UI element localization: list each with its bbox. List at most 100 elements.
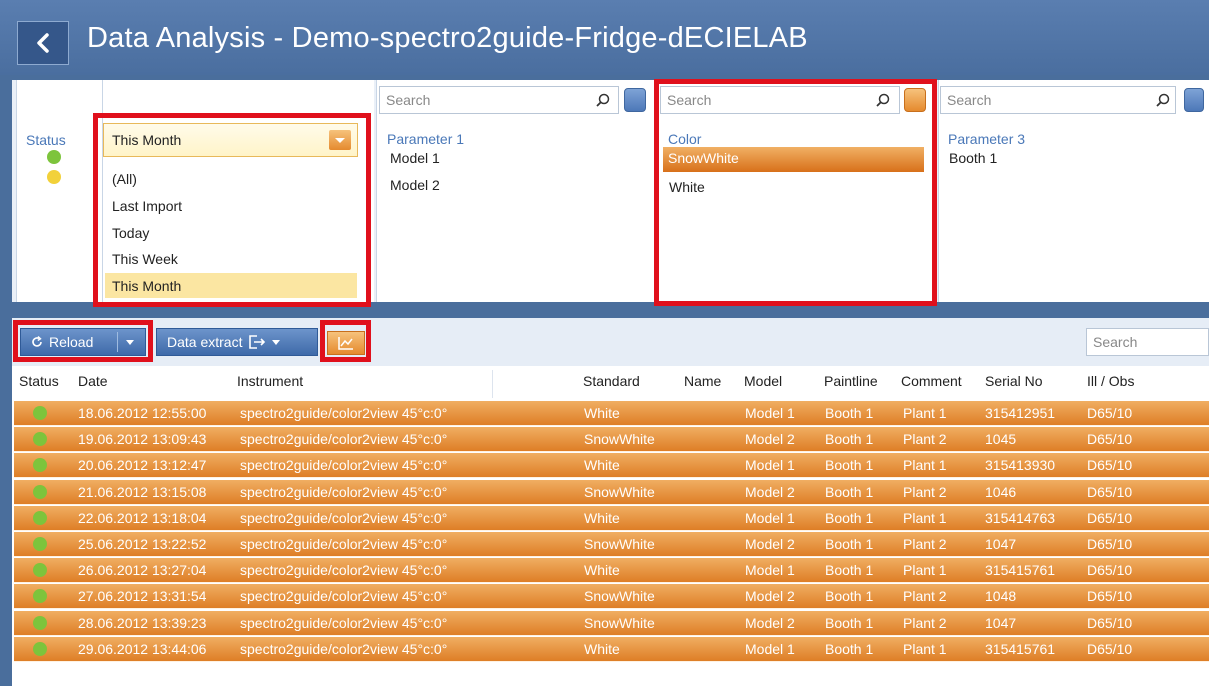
parameter1-filter-toggle-button[interactable]	[624, 88, 646, 112]
column-header-model[interactable]: Model	[744, 373, 782, 389]
cell-paintline: Booth 1	[825, 457, 874, 474]
cell-standard: White	[584, 562, 620, 579]
cell-ill-obs: D65/10	[1087, 509, 1133, 526]
cell-date: 25.06.2012 13:22:52	[78, 536, 207, 552]
cell-standard: White	[584, 509, 620, 526]
chevron-left-icon	[37, 33, 49, 53]
cell-instrument: spectro2guide/color2view 45°c:0°	[240, 431, 448, 448]
status-yellow-dot[interactable]	[47, 170, 61, 184]
cell-comment: Plant 2	[903, 536, 947, 552]
table-row[interactable]: 28.06.2012 13:39:23 spectro2guide/color2v…	[14, 610, 1209, 636]
cell-date: 22.06.2012 13:18:04	[78, 509, 207, 526]
chart-icon	[338, 337, 353, 350]
date-range-dropdown[interactable]: This Month	[103, 123, 358, 157]
reload-button[interactable]: Reload	[20, 328, 146, 356]
column-header-standard[interactable]: Standard	[583, 373, 640, 389]
date-option[interactable]: (All)	[112, 171, 137, 187]
table-row[interactable]: 21.06.2012 13:15:08 spectro2guide/color2v…	[14, 479, 1209, 505]
date-range-selected: This Month	[112, 132, 182, 148]
table-row[interactable]: 19.06.2012 13:09:43 spectro2guide/color2v…	[14, 427, 1209, 453]
cell-comment: Plant 1	[903, 509, 947, 526]
parameter3-header: Parameter 3	[948, 131, 1026, 147]
status-green-dot	[33, 537, 47, 551]
export-icon	[249, 335, 266, 349]
cell-model: Model 1	[745, 509, 795, 526]
cell-paintline: Booth 1	[825, 405, 874, 421]
color-item-selected[interactable]: SnowWhite	[663, 147, 924, 172]
status-filter-column: Status	[16, 80, 102, 302]
date-option[interactable]: Today	[112, 225, 149, 241]
table-row[interactable]: 22.06.2012 13:18:04 spectro2guide/color2v…	[14, 505, 1209, 531]
parameter1-search-input[interactable]: Search	[379, 86, 619, 114]
cell-ill-obs: D65/10	[1087, 431, 1133, 448]
table-row[interactable]: 27.06.2012 13:31:54 spectro2guide/color2v…	[14, 584, 1209, 610]
cell-serial-no: 1047	[985, 614, 1017, 631]
back-button[interactable]	[17, 21, 69, 65]
cell-model: Model 1	[745, 562, 795, 579]
cell-instrument: spectro2guide/color2view 45°c:0°	[240, 405, 448, 421]
cell-instrument: spectro2guide/color2view 45°c:0°	[240, 588, 448, 605]
parameter1-item[interactable]: Model 2	[390, 177, 440, 193]
table-row[interactable]: 29.06.2012 13:44:06 spectro2guide/color2v…	[14, 636, 1209, 662]
table-row[interactable]: 18.06.2012 12:55:00 spectro2guide/color2v…	[14, 401, 1209, 426]
cell-serial-no: 1047	[985, 536, 1017, 552]
cell-ill-obs: D65/10	[1087, 614, 1133, 631]
parameter3-item[interactable]: Booth 1	[949, 150, 997, 166]
cell-date: 29.06.2012 13:44:06	[78, 640, 207, 657]
cell-date: 28.06.2012 13:39:23	[78, 614, 207, 631]
cell-standard: White	[584, 405, 620, 421]
parameter3-search-input[interactable]: Search	[940, 86, 1176, 114]
cell-model: Model 1	[745, 640, 795, 657]
cell-standard: SnowWhite	[584, 536, 655, 552]
cell-serial-no: 1045	[985, 431, 1017, 448]
column-header-status[interactable]: Status	[19, 373, 59, 389]
color-item[interactable]: White	[669, 179, 705, 195]
status-green-dot	[33, 406, 47, 420]
cell-standard: SnowWhite	[584, 431, 655, 448]
table-row[interactable]: 26.06.2012 13:27:04 spectro2guide/color2v…	[14, 558, 1209, 584]
column-header-serial-no[interactable]: Serial No	[985, 373, 1043, 389]
parameter1-header: Parameter 1	[387, 131, 465, 147]
cell-date: 27.06.2012 13:31:54	[78, 588, 207, 605]
cell-ill-obs: D65/10	[1087, 640, 1133, 657]
status-green-dot	[33, 589, 47, 604]
cell-paintline: Booth 1	[825, 614, 874, 631]
cell-comment: Plant 2	[903, 431, 947, 448]
column-header-comment[interactable]: Comment	[901, 373, 962, 389]
date-option[interactable]: This Week	[112, 251, 178, 267]
date-option[interactable]: Last Import	[112, 198, 182, 214]
parameter1-item[interactable]: Model 1	[390, 150, 440, 166]
column-header-name[interactable]: Name	[684, 373, 721, 389]
cell-instrument: spectro2guide/color2view 45°c:0°	[240, 614, 448, 631]
table-search-input[interactable]: Search	[1086, 328, 1209, 356]
cell-ill-obs: D65/10	[1087, 457, 1133, 474]
cell-paintline: Booth 1	[825, 483, 874, 500]
cell-instrument: spectro2guide/color2view 45°c:0°	[240, 509, 448, 526]
chart-view-button[interactable]	[327, 331, 365, 355]
color-search-input[interactable]: Search	[660, 86, 900, 114]
date-option[interactable]: This Month	[112, 278, 181, 294]
table-row[interactable]: 25.06.2012 13:22:52 spectro2guide/color2v…	[14, 532, 1209, 557]
status-filter-header: Status	[26, 132, 66, 148]
search-icon	[596, 93, 610, 107]
chevron-down-icon[interactable]	[126, 340, 134, 345]
cell-ill-obs: D65/10	[1087, 405, 1133, 421]
column-header-date[interactable]: Date	[78, 373, 108, 389]
status-green-dot	[33, 484, 47, 499]
cell-comment: Plant 2	[903, 614, 947, 631]
cell-comment: Plant 2	[903, 483, 947, 500]
data-extract-button[interactable]: Data extract	[156, 328, 318, 356]
cell-date: 21.06.2012 13:15:08	[78, 483, 207, 500]
column-header-ill-obs[interactable]: Ill / Obs	[1087, 373, 1134, 389]
cell-ill-obs: D65/10	[1087, 588, 1133, 605]
search-icon	[876, 93, 890, 107]
cell-model: Model 2	[745, 588, 795, 605]
status-green-dot[interactable]	[47, 150, 61, 164]
column-header-paintline[interactable]: Paintline	[824, 373, 878, 389]
color-filter-toggle-button[interactable]	[904, 88, 926, 112]
column-header-instrument[interactable]: Instrument	[237, 373, 303, 389]
parameter3-filter-toggle-button[interactable]	[1184, 88, 1204, 112]
cell-instrument: spectro2guide/color2view 45°c:0°	[240, 457, 448, 474]
table-row[interactable]: 20.06.2012 13:12:47 spectro2guide/color2v…	[14, 453, 1209, 479]
chevron-down-icon[interactable]	[329, 130, 351, 150]
